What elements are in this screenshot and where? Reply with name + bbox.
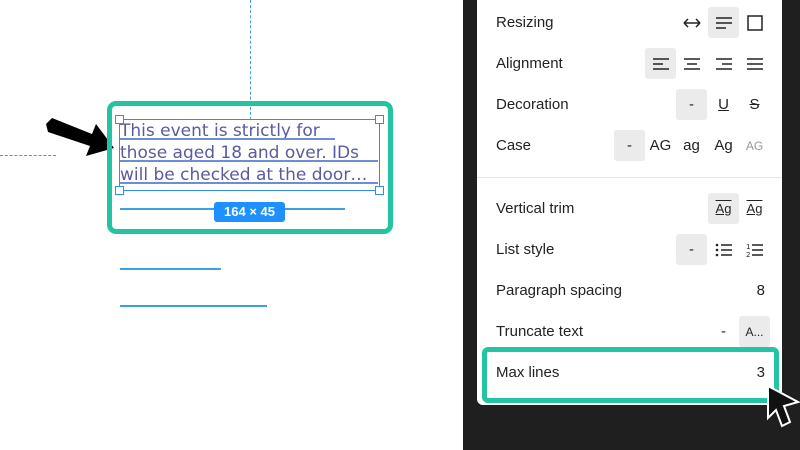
hidden-line-marker: [120, 305, 267, 307]
max-lines-highlight: [482, 347, 779, 403]
align-justify-button[interactable]: [739, 48, 770, 79]
numbered-list-icon: 12: [746, 243, 763, 258]
vertical-trim-standard-button[interactable]: Ag: [708, 193, 739, 224]
screenshot: This event is strictly for those aged 18…: [0, 0, 800, 450]
vertical-trim-label: Vertical trim: [496, 200, 575, 217]
decoration-label: Decoration: [496, 96, 569, 113]
align-left-icon: [652, 57, 669, 70]
bulleted-list-icon: [715, 243, 732, 256]
align-right-button[interactable]: [708, 48, 739, 79]
resize-handle-bottom-left[interactable]: [115, 186, 124, 195]
truncate-ellipsis-button[interactable]: A...: [739, 316, 770, 347]
vertical-trim-cap-height-button[interactable]: Ag: [739, 193, 770, 224]
section-divider: [477, 177, 782, 178]
pointer-arrow-icon: [46, 118, 114, 156]
align-justify-icon: [746, 57, 763, 70]
case-none-button[interactable]: -: [614, 130, 645, 161]
list-style-label: List style: [496, 241, 555, 258]
svg-text:1: 1: [746, 243, 750, 251]
list-none-button[interactable]: -: [676, 234, 707, 265]
resizing-label: Resizing: [496, 14, 554, 31]
fixed-size-button[interactable]: [739, 7, 770, 38]
selection-box[interactable]: [119, 119, 380, 191]
paragraph-spacing-input[interactable]: 8: [757, 270, 765, 311]
underline-button[interactable]: U: [708, 89, 739, 120]
truncate-text-row: Truncate text - A...: [477, 311, 782, 352]
vertical-trim-row: Vertical trim Ag Ag: [477, 188, 782, 229]
resizing-row: Resizing: [477, 2, 782, 43]
case-row: Case - AG ag Ag AG: [477, 125, 782, 166]
align-left-button[interactable]: [645, 48, 676, 79]
bulleted-list-button[interactable]: [708, 234, 739, 265]
strikethrough-button[interactable]: S: [739, 89, 770, 120]
decoration-row: Decoration - U S: [477, 84, 782, 125]
svg-text:2: 2: [746, 251, 750, 258]
uppercase-button[interactable]: AG: [645, 130, 676, 161]
hidden-line-marker: [120, 268, 221, 270]
align-center-icon: [683, 57, 700, 70]
auto-height-button[interactable]: [708, 7, 739, 38]
resize-handle-top-right[interactable]: [375, 115, 384, 124]
text-properties-panel: Resizing Alignment Decoration - U S Case…: [477, 0, 782, 405]
list-style-row: List style - 12: [477, 229, 782, 270]
truncate-none-button[interactable]: -: [708, 316, 739, 347]
title-case-button[interactable]: Ag: [708, 130, 739, 161]
truncate-text-label: Truncate text: [496, 323, 583, 340]
align-right-icon: [715, 57, 732, 70]
paragraph-spacing-label: Paragraph spacing: [496, 282, 622, 299]
resize-handle-bottom-right[interactable]: [375, 186, 384, 195]
auto-width-button[interactable]: [676, 7, 707, 38]
numbered-list-button[interactable]: 12: [739, 234, 770, 265]
decoration-none-button[interactable]: -: [676, 89, 707, 120]
fixed-size-icon: [746, 14, 763, 31]
lowercase-button[interactable]: ag: [676, 130, 707, 161]
case-label: Case: [496, 137, 532, 154]
auto-height-icon: [715, 16, 732, 29]
mouse-cursor-icon: [767, 384, 800, 428]
hidden-line-marker: [120, 208, 214, 210]
hidden-line-marker: [285, 208, 345, 210]
alignment-row: Alignment: [477, 43, 782, 84]
resize-handle-top-left[interactable]: [115, 115, 124, 124]
auto-width-icon: [682, 17, 701, 28]
small-caps-button[interactable]: AG: [739, 130, 770, 161]
align-center-button[interactable]: [676, 48, 707, 79]
alignment-label: Alignment: [496, 55, 563, 72]
paragraph-spacing-row: Paragraph spacing 8: [477, 270, 782, 311]
size-badge: 164 × 45: [214, 202, 285, 222]
